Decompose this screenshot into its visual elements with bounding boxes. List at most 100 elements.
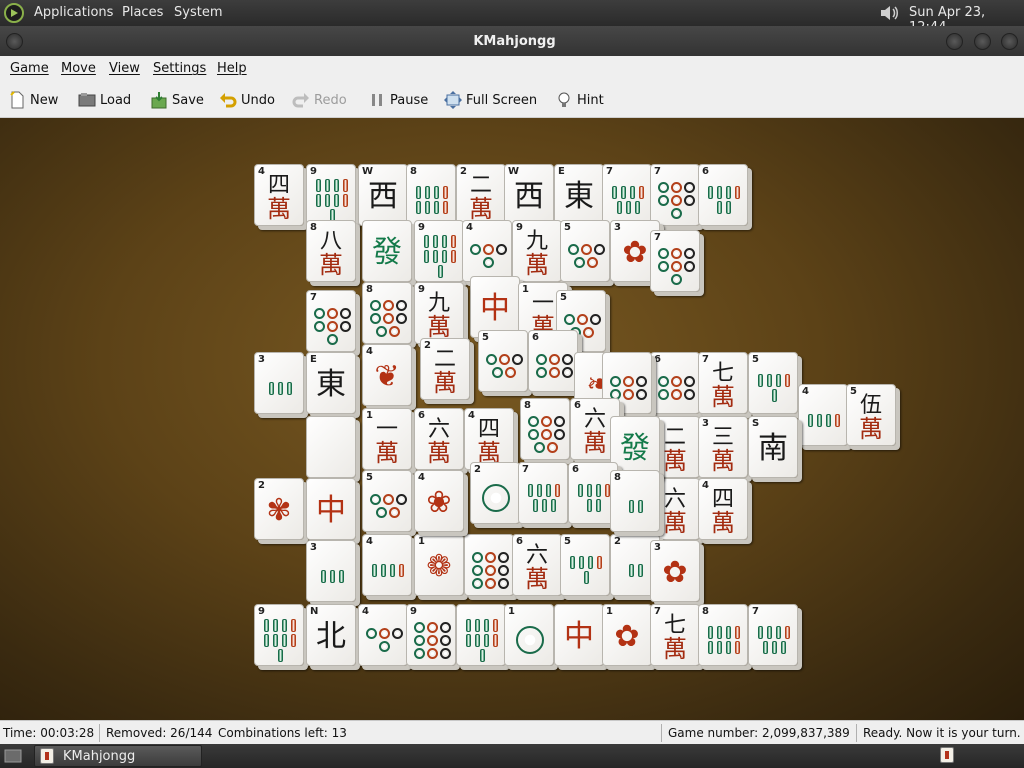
mahjong-tile[interactable]: 4 ❦ [362,344,412,406]
system-menu[interactable]: System [174,5,222,20]
mahjong-tile[interactable]: 8 [406,164,456,226]
undo-button[interactable]: Undo [219,89,275,111]
mahjong-tile[interactable]: 6 [528,330,578,392]
mahjong-tile[interactable]: 4 ❀ [414,470,464,532]
mahjong-tile[interactable]: 3 [254,352,304,414]
tray-kmahjongg-icon[interactable] [940,747,954,763]
mahjong-tile[interactable]: 1一萬 [362,408,412,470]
mahjong-tile[interactable]: 7 [602,164,652,226]
mahjong-tile[interactable]: 6六萬 [512,534,562,596]
mahjong-tile[interactable]: 7 [650,230,700,292]
mahjong-tile[interactable]: 1 [504,604,554,666]
mahjong-tile[interactable]: E東 [306,352,356,414]
dot-mark [313,320,325,332]
mahjong-tile[interactable]: 2二萬 [420,338,470,400]
mahjong-tile[interactable]: 5 [478,330,528,392]
mahjong-tile[interactable]: 9 [406,604,456,666]
mahjong-tile[interactable]: 中 [306,478,356,540]
mahjong-tile[interactable]: 8 [610,470,660,532]
bamboo-mark [416,186,421,199]
mahjong-tile[interactable]: 3 ✿ [650,540,700,602]
mahjong-tile[interactable]: 4 [358,604,408,666]
distro-logo-icon[interactable] [4,3,24,23]
new-button[interactable]: New [8,89,58,111]
mahjong-tile[interactable]: 3 [306,540,356,602]
mahjong-tile[interactable]: 2 ✾ [254,478,304,540]
minimize-button[interactable] [946,33,963,50]
mahjong-tile[interactable]: 9 [414,220,464,282]
taskbar-item-kmahjongg[interactable]: KMahjongg [34,745,202,767]
mahjong-tile[interactable]: 2二萬 [456,164,506,226]
mahjong-tile[interactable]: 5伍萬 [846,384,896,446]
mahjong-tile[interactable]: 5 [362,470,412,532]
mahjong-tile[interactable]: 8八萬 [306,220,356,282]
mahjong-tile[interactable]: 9 [254,604,304,666]
show-desktop-icon[interactable] [4,748,22,764]
mahjong-tile[interactable]: 4四萬 [254,164,304,226]
mahjong-tile[interactable]: 4 [462,220,512,282]
mahjong-tile[interactable]: 7七萬 [698,352,748,414]
bamboo-mark [484,633,489,647]
bamboo-mark [578,484,583,497]
volume-icon[interactable] [878,3,900,23]
mahjong-tile[interactable]: S南 [748,416,798,478]
places-menu[interactable]: Places [122,5,163,20]
mahjong-tile[interactable]: 5 [560,220,610,282]
mahjong-tile[interactable]: 9 [306,164,356,226]
mahjong-tile[interactable] [456,604,506,666]
mahjong-tile[interactable]: 中 [470,276,520,338]
menu-game[interactable]: Game [10,61,49,76]
game-board[interactable]: 4 四萬 9 W 西 8 2 二萬 W 西 E 東 7 7 6 8 八萬發 9 4 9 九萬 5 3 ✿ 7 7 8 9 九萬中 1 一萬 5… [0,118,1024,720]
menu-view[interactable]: View [109,61,140,76]
dot-mark [574,257,585,268]
hint-button[interactable]: Hint [555,89,604,111]
mahjong-tile[interactable]: N北 [306,604,356,666]
mahjong-tile[interactable]: 中 [554,604,604,666]
mahjong-tile[interactable]: 6 [650,352,700,414]
mahjong-tile[interactable]: 1 ✿ [602,604,652,666]
mahjong-tile[interactable]: 2 [470,462,520,524]
mahjong-tile[interactable]: 發 [362,220,412,282]
menu-help[interactable]: Help [217,61,247,76]
mahjong-tile[interactable] [306,416,356,478]
mahjong-tile[interactable]: 5 [560,534,610,596]
window-titlebar[interactable]: KMahjongg [0,26,1024,56]
mahjong-tile[interactable]: 3三萬 [698,416,748,478]
mahjong-tile[interactable]: 8 [362,282,412,344]
mahjong-tile[interactable]: 7七萬 [650,604,700,666]
applications-menu[interactable]: Applications [34,5,113,20]
fullscreen-button[interactable]: Full Screen [444,89,537,111]
mahjong-tile[interactable]: 9九萬 [414,282,464,344]
mahjong-tile[interactable]: 4 [798,384,848,446]
dot-mark [426,647,438,659]
mahjong-tile[interactable]: 6 [698,164,748,226]
mahjong-tile[interactable]: 5 [748,352,798,414]
menu-settings[interactable]: Settings [153,61,206,76]
redo-button[interactable]: Redo [292,89,347,111]
mahjong-tile[interactable]: E東 [554,164,604,226]
mahjong-tile[interactable]: 4 [362,534,412,596]
tile-glyph: 中 [480,291,510,326]
mahjong-tile[interactable]: W西 [504,164,554,226]
mahjong-tile[interactable]: 1 ❁ [414,534,464,596]
load-button[interactable]: Load [78,89,131,111]
mahjong-tile[interactable]: 7 [748,604,798,666]
tile-bamboo [757,617,791,663]
maximize-button[interactable] [974,33,991,50]
mahjong-tile[interactable]: 8 [520,398,570,460]
pause-button[interactable]: Pause [368,89,428,111]
mahjong-tile[interactable]: 4四萬 [464,408,514,470]
menu-move[interactable]: Move [61,61,96,76]
mahjong-tile[interactable]: 7 [518,462,568,524]
mahjong-tile[interactable]: 7 [650,164,700,226]
mahjong-tile[interactable]: 7 [306,290,356,352]
mahjong-tile[interactable]: W西 [358,164,408,226]
pause-label: Pause [390,92,429,108]
mahjong-tile[interactable]: 9九萬 [512,220,562,282]
mahjong-tile[interactable]: 8 [698,604,748,666]
mahjong-tile[interactable]: 4四萬 [698,478,748,540]
mahjong-tile[interactable] [464,534,514,596]
save-button[interactable]: Save [150,89,204,111]
mahjong-tile[interactable]: 6六萬 [414,408,464,470]
close-button[interactable] [1001,33,1018,50]
